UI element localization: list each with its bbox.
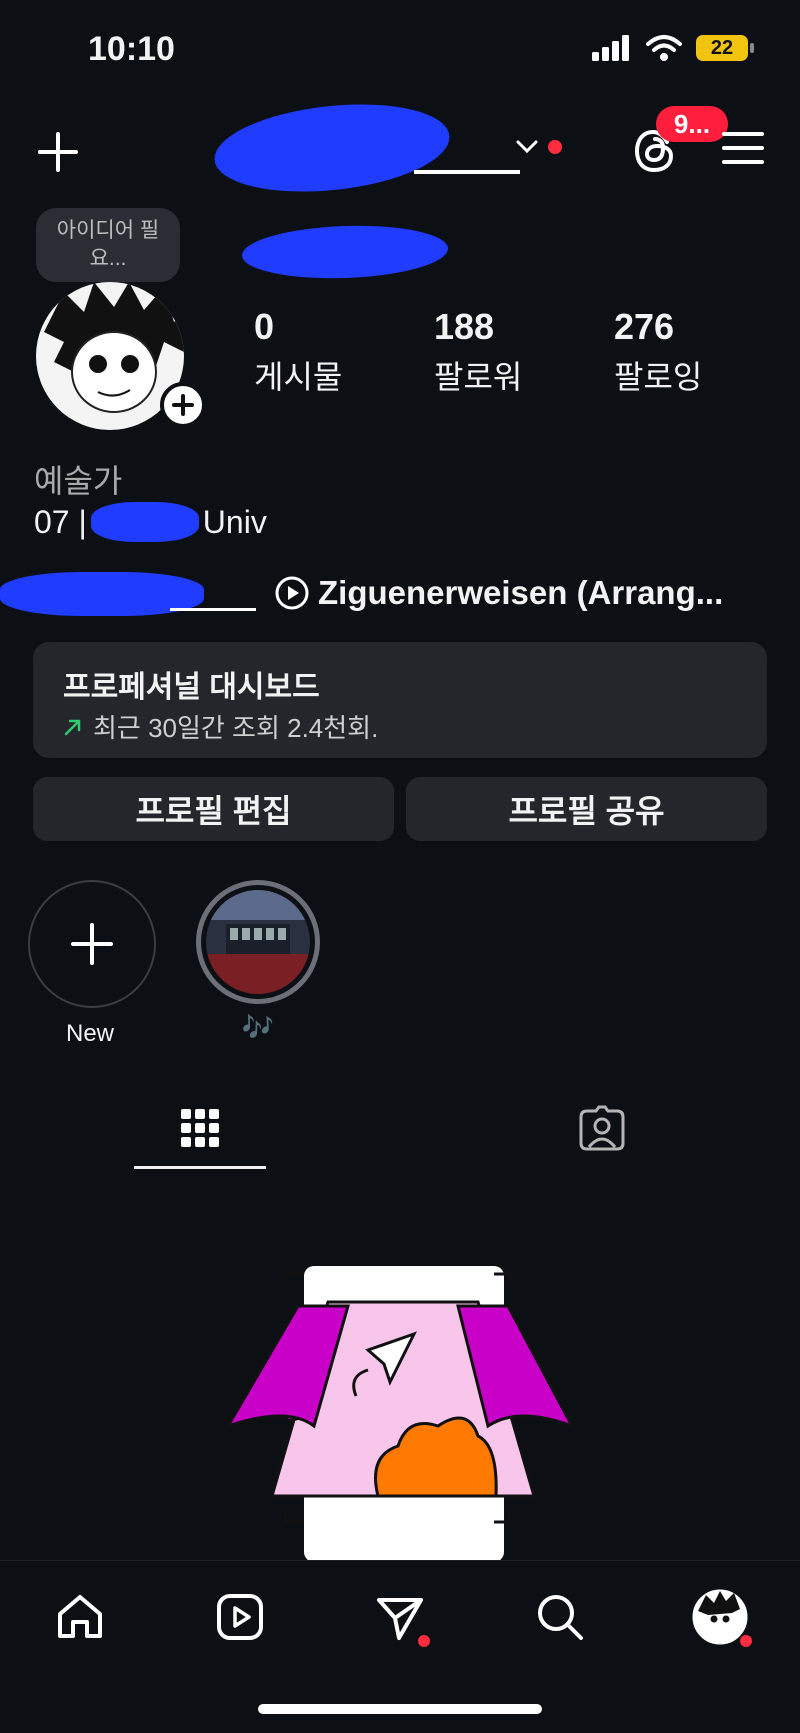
plus-icon [38, 132, 78, 172]
messages-notification-dot [418, 1635, 430, 1647]
empty-state-illustration [224, 1266, 576, 1562]
highlight-music-label: 🎶 [241, 1012, 275, 1042]
paper-plane-icon [377, 1598, 423, 1640]
reels-icon [217, 1594, 263, 1640]
add-story-button[interactable] [160, 382, 206, 428]
account-notification-dot [548, 140, 562, 154]
battery-indicator: 22 [696, 35, 754, 61]
highlight-new-circle [28, 880, 156, 1008]
bio-line-suffix: Univ [202, 503, 267, 540]
note-bubble[interactable]: 아이디어 필요... [36, 208, 180, 282]
nav-profile[interactable] [690, 1587, 752, 1647]
stat-posts[interactable]: 0 게시물 [254, 306, 342, 398]
create-plus-button[interactable] [34, 128, 82, 176]
highlight-new[interactable]: New [28, 880, 160, 1048]
profile-avatar[interactable] [34, 282, 208, 430]
threads-notification-badge: 9... [656, 106, 728, 142]
dashboard-subtitle-row: 최근 30일간 조회 2.4천회. [63, 708, 378, 745]
plus-icon [71, 923, 113, 965]
bio-redaction [90, 502, 199, 542]
stat-following[interactable]: 276 팔로잉 [614, 306, 702, 398]
highlight-new-label: New [65, 1020, 114, 1047]
highlight-cover-image [206, 890, 310, 994]
active-tab-indicator [134, 1166, 266, 1169]
stat-posts-value: 0 [254, 306, 275, 347]
status-icons: 22 [592, 34, 754, 62]
stat-following-value: 276 [614, 306, 675, 347]
profile-category: 예술가 [34, 463, 123, 499]
trend-up-icon [64, 719, 81, 735]
status-time: 10:10 [88, 30, 175, 68]
curtain-stage-illustration [224, 1266, 576, 1562]
bio-line-prefix: 07 | [34, 503, 87, 540]
stat-followers-label: 팔로워 [434, 359, 523, 395]
nav-home[interactable] [50, 1587, 110, 1647]
wifi-icon [646, 35, 682, 61]
play-circle-icon [275, 576, 309, 610]
stat-following-label: 팔로잉 [614, 359, 703, 395]
menu-button[interactable] [720, 128, 766, 168]
highlight-music-circle [196, 880, 320, 1004]
tagged-person-icon [579, 1105, 625, 1151]
stat-posts-label: 게시물 [254, 359, 343, 395]
signal-icon [592, 35, 629, 61]
full-name-redaction [241, 222, 449, 282]
nav-search[interactable] [530, 1587, 590, 1647]
professional-dashboard-card[interactable]: 프로페셔널 대시보드 최근 30일간 조회 2.4천회. [33, 642, 767, 758]
profile-avatar-icon [692, 1589, 748, 1645]
hamburger-menu-icon [722, 132, 764, 164]
share-profile-button[interactable]: 프로필 공유 [406, 777, 767, 841]
link-underline [170, 608, 256, 611]
music-track-title: Ziguenerweisen (Arrang... [318, 574, 724, 611]
search-icon [538, 1595, 583, 1640]
home-indicator [258, 1704, 542, 1714]
highlight-music[interactable]: 🎶 [196, 880, 328, 1043]
music-track-link[interactable]: Ziguenerweisen (Arrang... [274, 574, 723, 612]
bio-line: 07 | Univ [34, 502, 267, 542]
username-redaction[interactable] [210, 93, 520, 203]
nav-direct-messages[interactable] [370, 1587, 430, 1647]
profile-notification-dot [740, 1635, 752, 1647]
account-switcher-chevron[interactable] [512, 132, 542, 162]
edit-profile-button[interactable]: 프로필 편집 [33, 777, 394, 841]
dashboard-title: 프로페셔널 대시보드 [63, 671, 320, 704]
home-icon [58, 1595, 102, 1638]
tab-tagged[interactable] [576, 1102, 628, 1154]
dashboard-subtitle: 최근 30일간 조회 2.4천회. [93, 713, 379, 743]
tab-grid[interactable] [176, 1104, 224, 1152]
chevron-down-icon [516, 140, 538, 154]
nav-reels[interactable] [210, 1587, 270, 1647]
stat-followers-value: 188 [434, 306, 495, 347]
grid-icon [181, 1109, 219, 1147]
plus-icon [172, 394, 194, 416]
stat-followers[interactable]: 188 팔로워 [434, 306, 522, 398]
